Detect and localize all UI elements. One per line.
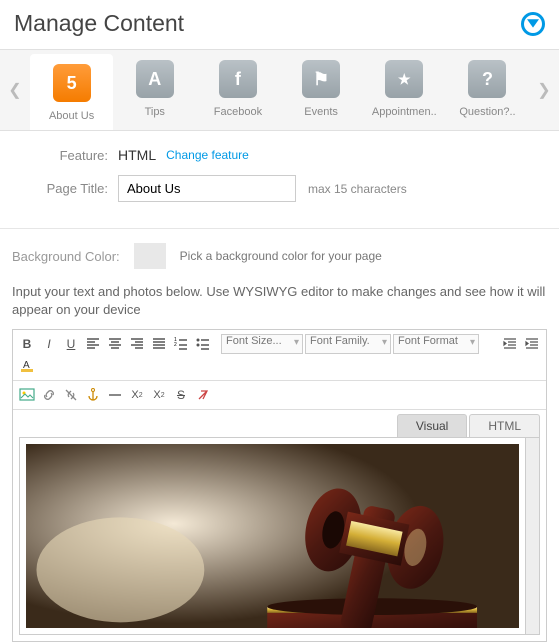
- align-center-button[interactable]: [105, 334, 125, 354]
- tabs: 5 About Us A Tips f Facebook ⚑ Events ★ …: [30, 50, 529, 130]
- editor-scrollbar[interactable]: [526, 437, 540, 635]
- tips-icon: A: [136, 60, 174, 98]
- anchor-button[interactable]: [83, 385, 103, 405]
- unordered-list-button[interactable]: [193, 334, 213, 354]
- tab-label: Events: [304, 106, 338, 118]
- hr-button[interactable]: [105, 385, 125, 405]
- italic-button[interactable]: I: [39, 334, 59, 354]
- strikethrough-button[interactable]: S: [171, 385, 191, 405]
- tab-label: Facebook: [214, 106, 262, 118]
- calendar-star-icon: ★: [385, 60, 423, 98]
- feature-value: HTML: [118, 147, 156, 163]
- tab-about-us[interactable]: 5 About Us: [30, 54, 113, 130]
- bg-color-hint: Pick a background color for your page: [180, 249, 382, 263]
- tab-label: About Us: [49, 110, 94, 122]
- editor-canvas[interactable]: [19, 437, 526, 635]
- align-right-button[interactable]: [127, 334, 147, 354]
- feature-label: Feature:: [12, 148, 118, 163]
- tab-events[interactable]: ⚑ Events: [280, 50, 363, 130]
- indent-button[interactable]: [522, 334, 542, 354]
- visual-mode-tab[interactable]: Visual: [397, 414, 467, 437]
- editor-instructions: Input your text and photos below. Use WY…: [0, 283, 559, 329]
- outdent-button[interactable]: [500, 334, 520, 354]
- font-family-select[interactable]: Font Family.: [305, 334, 391, 354]
- image-button[interactable]: [17, 385, 37, 405]
- text-color-button[interactable]: A: [17, 356, 37, 376]
- bg-color-swatch[interactable]: [134, 243, 166, 269]
- flag-icon: ⚑: [302, 60, 340, 98]
- tab-facebook[interactable]: f Facebook: [196, 50, 279, 130]
- bold-button[interactable]: B: [17, 334, 37, 354]
- clear-format-button[interactable]: [193, 385, 213, 405]
- divider: [0, 228, 559, 229]
- subscript-button[interactable]: X2: [127, 385, 147, 405]
- tabs-prev-arrow[interactable]: ❮: [0, 50, 30, 130]
- ordered-list-button[interactable]: 12: [171, 334, 191, 354]
- question-icon: ?: [468, 60, 506, 98]
- tab-question[interactable]: ? Question?..: [446, 50, 529, 130]
- wysiwyg-editor: B I U 12 Font Size... Font Family. Font …: [12, 329, 547, 642]
- page-title-hint: max 15 characters: [308, 182, 407, 196]
- html-mode-tab[interactable]: HTML: [469, 414, 540, 437]
- svg-text:2: 2: [174, 342, 177, 348]
- help-button[interactable]: [521, 12, 545, 36]
- html5-icon: 5: [53, 64, 91, 102]
- bg-color-label: Background Color:: [12, 249, 120, 264]
- facebook-icon: f: [219, 60, 257, 98]
- svg-text:A: A: [23, 360, 30, 371]
- font-size-select[interactable]: Font Size...: [221, 334, 303, 354]
- align-justify-button[interactable]: [149, 334, 169, 354]
- change-feature-link[interactable]: Change feature: [166, 148, 249, 162]
- unlink-button[interactable]: [61, 385, 81, 405]
- tab-tips[interactable]: A Tips: [113, 50, 196, 130]
- content-image: [26, 444, 519, 628]
- page-title-label: Page Title:: [12, 181, 118, 196]
- tab-label: Question?..: [459, 106, 515, 118]
- tab-appointments[interactable]: ★ Appointmen..: [363, 50, 446, 130]
- tab-label: Tips: [145, 106, 165, 118]
- underline-button[interactable]: U: [61, 334, 81, 354]
- link-button[interactable]: [39, 385, 59, 405]
- superscript-button[interactable]: X2: [149, 385, 169, 405]
- page-title-input[interactable]: [118, 175, 296, 202]
- tab-label: Appointmen..: [372, 106, 437, 118]
- font-format-select[interactable]: Font Format: [393, 334, 479, 354]
- tabs-next-arrow[interactable]: ❯: [529, 50, 559, 130]
- align-left-button[interactable]: [83, 334, 103, 354]
- page-title: Manage Content: [14, 10, 184, 37]
